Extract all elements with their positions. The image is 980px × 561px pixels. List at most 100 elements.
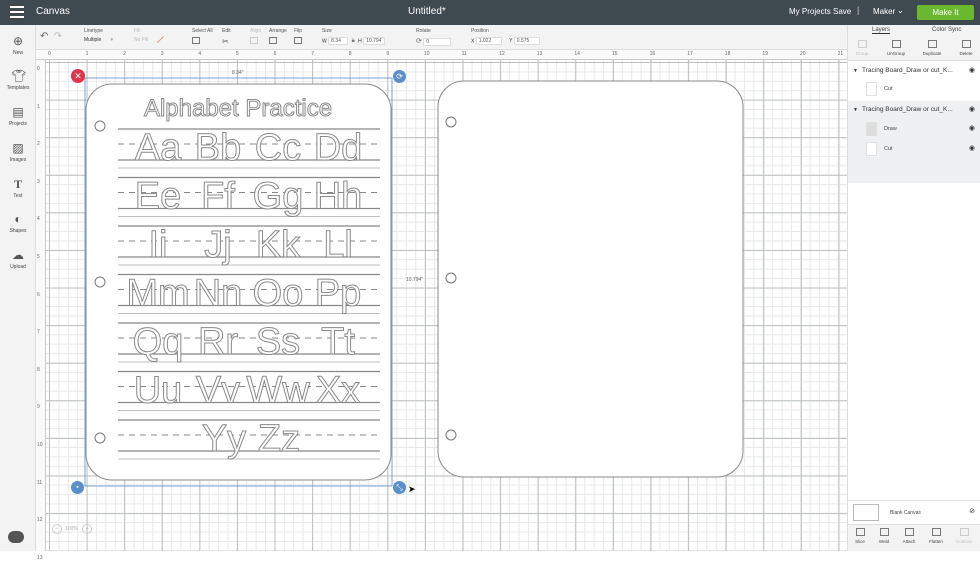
width-input[interactable]: 8.34 — [328, 37, 349, 45]
zoom-in-button[interactable]: + — [82, 524, 93, 534]
trash-icon — [961, 40, 971, 48]
machine-select[interactable]: Maker — [873, 7, 895, 16]
duplicate-button[interactable]: Duplicate — [918, 40, 946, 56]
arrange-icon[interactable] — [269, 37, 277, 44]
delete-button[interactable]: Delete — [952, 40, 980, 56]
zoom-out-button[interactable]: − — [52, 524, 62, 534]
mouse-cursor-icon: ➤ — [408, 484, 416, 494]
sidebar-item-label: New — [12, 50, 23, 56]
ruler-number: 8 — [348, 51, 352, 57]
layer-swatch — [866, 82, 877, 96]
blank-canvas-layer[interactable]: Blank Canvas ⊘ — [848, 500, 980, 524]
layer-item[interactable]: Cut — [848, 79, 980, 99]
my-projects-link[interactable]: My Projects — [789, 7, 831, 16]
rotate-handle[interactable]: ⟳ — [393, 70, 406, 83]
delete-handle[interactable]: ✕ — [71, 69, 85, 83]
redo-icon[interactable]: ↷ — [54, 31, 62, 42]
width-label: W — [322, 38, 327, 45]
select-all-icon[interactable] — [192, 37, 200, 44]
slice-button[interactable]: Slice — [848, 528, 872, 544]
duplicate-label: Duplicate — [922, 51, 942, 56]
rotate-group: Rotate ⟳ 0 — [416, 28, 452, 46]
layer-group-2[interactable]: ▼ Tracing Board_Draw or cut_K... ◉ — [848, 103, 980, 117]
layer-actions: Group UnGroup Duplicate Delete — [848, 37, 980, 61]
ruler-number: 11 — [37, 479, 43, 486]
flip-group: Flip — [294, 28, 302, 44]
ungroup-button[interactable]: UnGroup — [882, 40, 910, 56]
letter-pair: Ww — [246, 370, 310, 412]
arrange-label: Arrange — [269, 28, 287, 34]
chat-icon[interactable] — [8, 531, 24, 543]
eye-icon[interactable]: ◉ — [969, 64, 975, 78]
align-icon[interactable] — [250, 37, 258, 44]
letter-pair: Ss — [256, 321, 300, 363]
sidebar-item-new[interactable]: ⊕ New — [0, 34, 36, 56]
rotate-label: Rotate — [416, 28, 431, 34]
contour-icon — [959, 528, 969, 536]
ruler-number: 0 — [37, 66, 40, 72]
letter-pair: Jj — [204, 224, 231, 266]
tab-color-sync[interactable]: Color Sync — [932, 27, 961, 33]
flip-icon[interactable] — [294, 37, 302, 44]
lock-ratio-icon[interactable]: 🔒︎ — [352, 38, 355, 44]
select-all-group: Select All — [192, 28, 213, 44]
save-button[interactable]: Save — [833, 7, 851, 16]
eye-slash-icon[interactable]: ⊘ — [969, 507, 975, 515]
sidebar-item-upload[interactable]: ☁ Upload — [0, 248, 36, 270]
sidebar-item-projects[interactable]: ▤ Projects — [0, 105, 36, 127]
sidebar-item-images[interactable]: ▨ Images — [0, 141, 36, 163]
layers-panel: Layers Color Sync Group UnGroup Duplicat… — [847, 25, 980, 551]
slice-icon — [855, 528, 865, 536]
flatten-label: Flatten — [929, 539, 943, 544]
letter-pair: Ee — [135, 176, 181, 218]
tab-layers[interactable]: Layers — [872, 27, 891, 34]
weld-button[interactable]: Weld — [872, 528, 896, 544]
align-label: Align — [250, 28, 262, 34]
binder-hole — [94, 120, 106, 132]
linetype-label: Linetype — [84, 28, 103, 34]
expand-icon[interactable]: ▼ — [853, 64, 858, 78]
ruler-number: 4 — [198, 51, 202, 57]
ruler-number: 0 — [48, 51, 51, 57]
rotate-input[interactable]: 0 — [423, 37, 452, 46]
sidebar-item-templates[interactable]: 👕︎ Templates — [0, 69, 36, 91]
design-canvas[interactable]: Alphabet Practice Aa Bb Cc Dd Ee Ff Gg Hh Ii Jj Kk… — [46, 60, 847, 551]
fill-select[interactable]: No Fill — [134, 37, 148, 43]
layer-item[interactable]: Cut ◉ — [848, 139, 980, 159]
sidebar-item-text[interactable]: T Text — [0, 177, 36, 199]
select-all-label: Select All — [192, 28, 213, 34]
expand-icon[interactable]: ▼ — [853, 103, 858, 117]
linetype-select[interactable]: Multiple — [84, 37, 101, 43]
ruler-number: 3 — [37, 178, 40, 185]
undo-icon[interactable]: ↶ — [40, 31, 48, 42]
project-title: Untitled* — [408, 6, 446, 17]
eye-icon[interactable]: ◉ — [969, 139, 975, 159]
x-label: X — [471, 38, 475, 45]
shapes-icon: ◐ — [14, 212, 22, 226]
chevron-down-icon[interactable]: ⌄ — [897, 6, 904, 15]
group-label: Group — [855, 51, 869, 56]
flatten-button[interactable]: Flatten — [924, 528, 948, 544]
sidebar-item-label: Templates — [6, 85, 30, 91]
attach-button[interactable]: Attach — [897, 528, 921, 544]
ruler-number: 12 — [499, 51, 505, 57]
scissors-icon[interactable]: ✂ — [222, 37, 229, 46]
group-button[interactable]: Group — [848, 40, 876, 56]
eye-icon[interactable]: ◉ — [969, 119, 975, 139]
height-input[interactable]: 10.794 — [363, 37, 386, 45]
edit-label: Edit — [222, 28, 231, 34]
layer-group-1[interactable]: ▼ Tracing Board_Draw or cut_K... ◉ — [848, 64, 980, 78]
delete-label: Delete — [959, 51, 973, 56]
letter-pair: Uu — [134, 370, 183, 412]
x-input[interactable]: 1.022 — [475, 37, 502, 45]
eye-icon[interactable]: ◉ — [969, 103, 975, 117]
contour-button[interactable]: Contour — [952, 528, 976, 544]
menu-icon[interactable] — [10, 6, 24, 18]
resize-handle[interactable]: ⤡ — [393, 481, 406, 494]
make-it-button[interactable]: Make It — [917, 5, 974, 20]
y-input[interactable]: 0.575 — [513, 37, 540, 45]
lock-handle[interactable]: ▪ — [71, 481, 84, 494]
layer-item[interactable]: Draw ◉ — [848, 119, 980, 139]
sidebar-item-shapes[interactable]: ◐ Shapes — [0, 212, 36, 234]
ruler-number: 3 — [160, 51, 164, 57]
